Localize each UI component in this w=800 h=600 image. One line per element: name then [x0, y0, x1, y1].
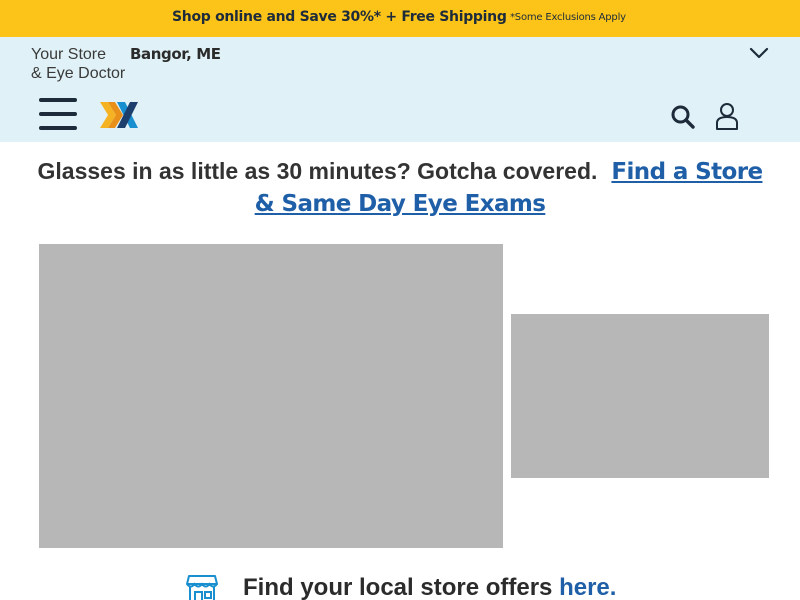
- promo-exclusions-note: *Some Exclusions Apply: [510, 12, 626, 23]
- account-icon[interactable]: [714, 102, 740, 130]
- search-icon[interactable]: [670, 104, 696, 130]
- logo-icon[interactable]: [100, 102, 138, 128]
- store-label-line1: Your Store: [31, 46, 107, 63]
- store-offers: Find your local store offers here.: [243, 574, 616, 600]
- store-offers-link[interactable]: here.: [559, 574, 616, 600]
- hero-image-side[interactable]: [511, 314, 769, 478]
- promo-text[interactable]: Shop online and Save 30%* + Free Shippin…: [172, 9, 507, 25]
- hero-image-main[interactable]: [39, 244, 503, 548]
- store-label-line2: & Eye Doctor: [31, 65, 126, 82]
- hero-headline: Glasses in as little as 30 minutes? Gotc…: [30, 156, 770, 220]
- store-icon: [186, 575, 218, 600]
- chevron-down-icon[interactable]: [749, 45, 769, 61]
- promo-bar[interactable]: Shop online and Save 30%* + Free Shippin…: [0, 0, 800, 37]
- menu-icon[interactable]: [39, 98, 77, 130]
- store-selector-label[interactable]: Your Store & Eye Doctor: [31, 45, 125, 83]
- hero-headline-text: Glasses in as little as 30 minutes? Gotc…: [37, 158, 598, 184]
- store-city[interactable]: Bangor, ME: [130, 45, 221, 63]
- site-header: Your Store & Eye Doctor Bangor, ME: [0, 37, 800, 142]
- store-offers-text: Find your local store offers: [243, 574, 553, 600]
